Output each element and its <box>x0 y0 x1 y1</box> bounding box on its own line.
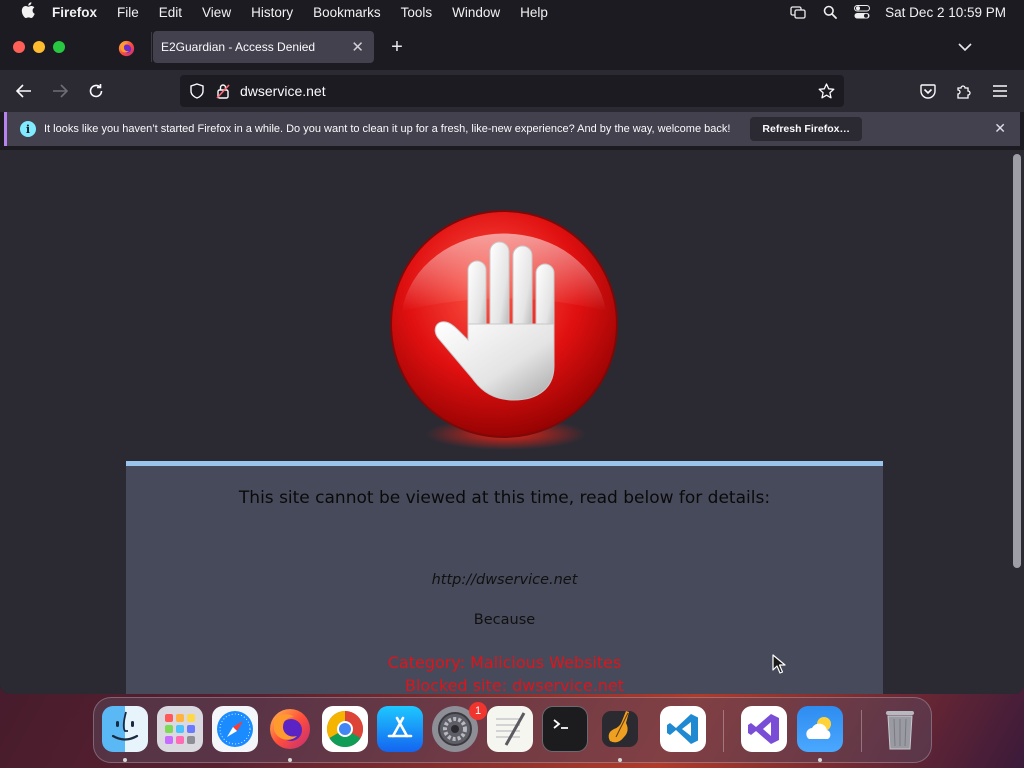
visual-studio-code-icon[interactable] <box>660 706 706 752</box>
visual-studio-icon[interactable] <box>741 706 787 752</box>
forward-arrow-icon[interactable] <box>48 79 72 103</box>
macos-menubar: Firefox File Edit View History Bookmarks… <box>0 0 1024 24</box>
reload-icon[interactable] <box>84 79 108 103</box>
url-text[interactable]: dwservice.net <box>240 83 326 99</box>
insecure-lock-icon[interactable] <box>214 82 232 100</box>
menu-window[interactable]: Window <box>442 5 510 20</box>
dock-separator <box>723 710 724 752</box>
notification-bar: i It looks like you haven’t started Fire… <box>4 112 1020 146</box>
refresh-firefox-button[interactable]: Refresh Firefox… <box>750 117 862 141</box>
window-controls <box>13 41 65 53</box>
hamburger-menu-icon[interactable] <box>988 79 1012 103</box>
window-zoom-button[interactable] <box>53 41 65 53</box>
apple-menu-icon[interactable] <box>14 2 42 22</box>
firefox-running-indicator <box>288 758 292 762</box>
tab-separator <box>151 32 152 62</box>
firefox-tab-icon <box>118 40 134 56</box>
menu-tools[interactable]: Tools <box>391 5 443 20</box>
launchpad-icon[interactable] <box>157 706 203 752</box>
window-minimize-button[interactable] <box>33 41 45 53</box>
garageband-icon[interactable] <box>597 706 643 752</box>
finder-icon[interactable] <box>102 706 148 752</box>
trash-icon[interactable] <box>877 706 923 752</box>
google-chrome-icon[interactable] <box>322 706 368 752</box>
stop-hand-icon <box>390 210 618 450</box>
system-settings-badge: 1 <box>469 702 487 720</box>
dock-separator-trash <box>861 710 862 752</box>
notification-message: It looks like you haven’t started Firefo… <box>44 123 731 135</box>
navigation-toolbar: dwservice.net <box>0 70 1024 112</box>
url-bar[interactable]: dwservice.net <box>180 75 844 107</box>
new-tab-plus-icon[interactable]: + <box>386 36 408 58</box>
block-category-text: Category: Malicious Websites <box>387 653 622 672</box>
weather-running-indicator <box>818 758 822 762</box>
garageband-running-indicator <box>618 758 622 762</box>
terminal-icon[interactable] <box>542 706 588 752</box>
denied-heading: This site cannot be viewed at this time,… <box>238 488 771 508</box>
tab-active[interactable]: E2Guardian - Access Denied ✕ <box>153 31 374 63</box>
tab-bar: E2Guardian - Access Denied ✕ + <box>0 24 1024 70</box>
extensions-puzzle-icon[interactable] <box>952 79 976 103</box>
menu-help[interactable]: Help <box>510 5 558 20</box>
weather-icon[interactable] <box>797 706 843 752</box>
list-all-tabs-chevron-icon[interactable] <box>954 36 976 58</box>
info-icon: i <box>20 121 36 137</box>
bookmark-star-icon[interactable] <box>816 81 836 101</box>
menu-history[interactable]: History <box>241 5 303 20</box>
macos-dock: 1 <box>93 697 932 763</box>
scrollbar-thumb[interactable] <box>1013 154 1021 568</box>
pocket-icon[interactable] <box>916 79 940 103</box>
because-label: Because <box>473 612 536 628</box>
menu-edit[interactable]: Edit <box>149 5 192 20</box>
blocked-site-text: Blocked site: dwservice.net <box>404 676 625 694</box>
access-denied-panel: This site cannot be viewed at this time,… <box>126 461 883 694</box>
screen-mirroring-icon[interactable] <box>789 5 807 19</box>
tab-title: E2Guardian - Access Denied <box>161 40 316 54</box>
firefox-window: E2Guardian - Access Denied ✕ + dwservice… <box>0 24 1024 694</box>
control-center-icon[interactable] <box>853 5 871 19</box>
tracking-protection-shield-icon[interactable] <box>188 82 206 100</box>
menu-file[interactable]: File <box>107 5 149 20</box>
window-close-button[interactable] <box>13 41 25 53</box>
pinned-tab-firefox[interactable] <box>110 35 142 61</box>
notification-close-icon[interactable]: ✕ <box>994 120 1006 137</box>
firefox-dock-icon[interactable] <box>267 706 313 752</box>
app-store-icon[interactable] <box>377 706 423 752</box>
menu-bookmarks[interactable]: Bookmarks <box>303 5 391 20</box>
page-content: This site cannot be viewed at this time,… <box>0 150 1024 694</box>
safari-icon[interactable] <box>212 706 258 752</box>
tab-close-icon[interactable]: ✕ <box>351 38 364 56</box>
menu-view[interactable]: View <box>192 5 241 20</box>
finder-running-indicator <box>123 758 127 762</box>
back-arrow-icon[interactable] <box>12 79 36 103</box>
spotlight-search-icon[interactable] <box>821 5 839 19</box>
menu-app-firefox[interactable]: Firefox <box>42 5 107 20</box>
textedit-icon[interactable] <box>487 706 533 752</box>
blocked-url-text: http://dwservice.net <box>431 572 578 588</box>
mouse-pointer-icon <box>772 654 786 674</box>
menubar-clock[interactable]: Sat Dec 2 10:59 PM <box>885 5 1006 20</box>
